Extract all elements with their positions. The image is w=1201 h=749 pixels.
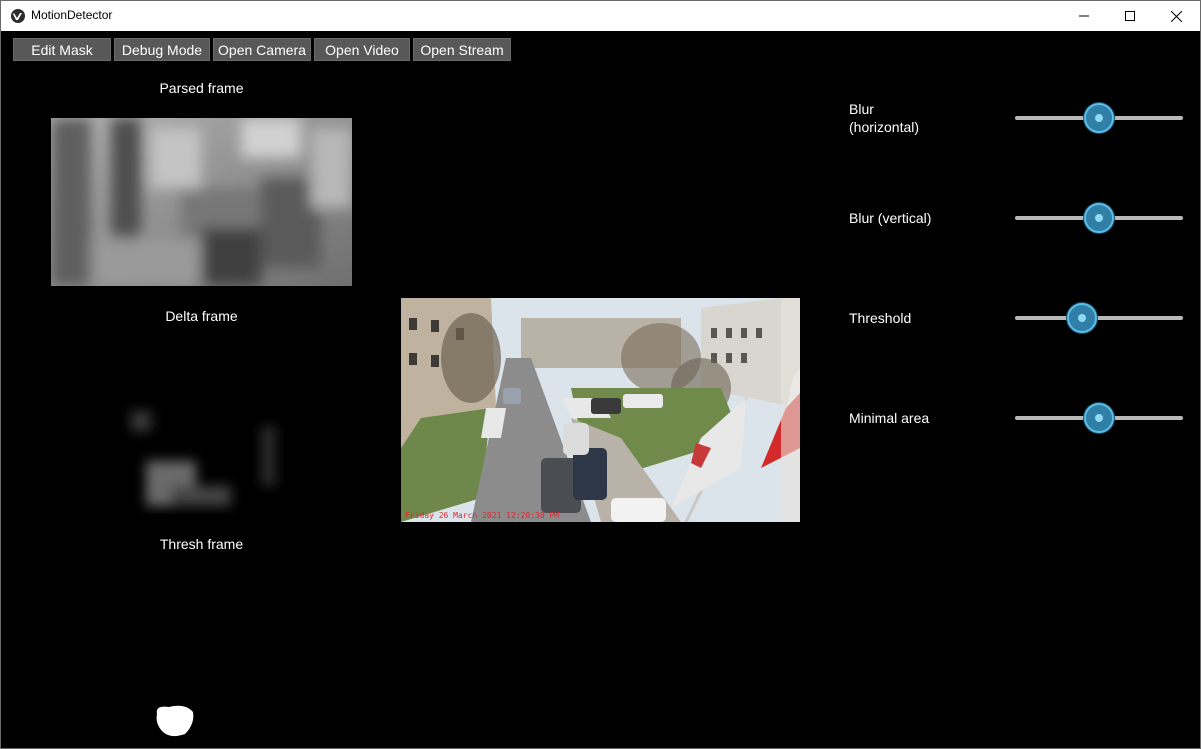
- open-camera-button[interactable]: Open Camera: [213, 38, 311, 61]
- delta-frame-label: Delta frame: [165, 308, 238, 324]
- app-icon: [11, 9, 25, 23]
- open-stream-button[interactable]: Open Stream: [413, 38, 511, 61]
- slider-thumb[interactable]: [1084, 103, 1114, 133]
- edit-mask-button[interactable]: Edit Mask: [13, 38, 111, 61]
- blur-horizontal-slider[interactable]: [1015, 102, 1183, 134]
- minimize-button[interactable]: [1061, 1, 1107, 31]
- close-icon: [1170, 10, 1182, 22]
- blur-horizontal-label: Blur (horizontal): [849, 101, 920, 135]
- thresh-frame-image: [51, 574, 352, 742]
- blur-vertical-slider[interactable]: [1015, 202, 1183, 234]
- maximize-icon: [1125, 11, 1135, 21]
- debug-mode-button[interactable]: Debug Mode: [114, 38, 210, 61]
- delta-frame-image: [51, 346, 352, 514]
- minimize-icon: [1079, 15, 1089, 17]
- minimal-area-slider[interactable]: [1015, 402, 1183, 434]
- app-window: MotionDetector Edit Mask Debug Mode Open…: [0, 0, 1201, 749]
- parsed-frame-image: [51, 118, 352, 286]
- thresh-frame-label: Thresh frame: [159, 536, 244, 552]
- threshold-slider[interactable]: [1015, 302, 1183, 334]
- camera-feed-image: Friday 26 March 2021 12:20:38 PM: [401, 298, 800, 522]
- parsed-frame-label: Parsed frame: [159, 80, 244, 96]
- slider-track: [1015, 316, 1183, 320]
- window-title: MotionDetector: [31, 8, 113, 22]
- threshold-label: Threshold: [849, 310, 912, 326]
- camera-timestamp: Friday 26 March 2021 12:20:38 PM: [405, 511, 560, 520]
- slider-thumb[interactable]: [1084, 403, 1114, 433]
- open-video-button[interactable]: Open Video: [314, 38, 410, 61]
- title-bar: MotionDetector: [1, 1, 1200, 31]
- maximize-button[interactable]: [1107, 1, 1153, 31]
- slider-thumb[interactable]: [1084, 203, 1114, 233]
- close-button[interactable]: [1153, 1, 1199, 31]
- blur-vertical-label: Blur (vertical): [849, 210, 932, 226]
- slider-thumb[interactable]: [1067, 303, 1098, 333]
- minimal-area-label: Minimal area: [849, 410, 930, 426]
